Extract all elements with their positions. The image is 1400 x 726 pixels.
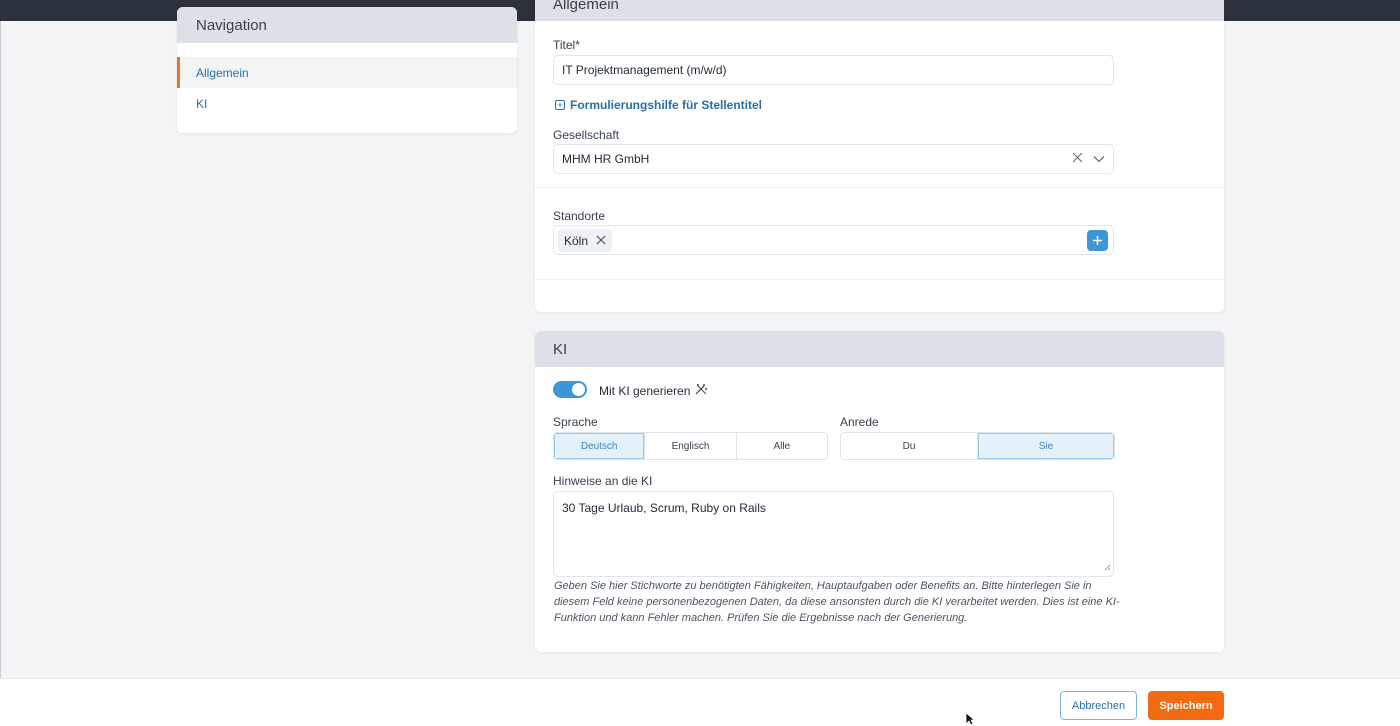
language-label: Sprache <box>553 415 598 429</box>
chevron-down-icon[interactable] <box>1093 152 1105 166</box>
notes-label: Hinweise an die KI <box>553 474 653 488</box>
mouse-cursor-icon <box>965 712 976 726</box>
company-value: MHM HR GmbH <box>562 152 650 166</box>
ki-toggle-label: Mit KI generieren <box>599 383 691 398</box>
company-label: Gesellschaft <box>553 128 620 142</box>
ki-generate-toggle[interactable] <box>553 381 587 398</box>
clear-icon[interactable] <box>1072 152 1083 166</box>
remove-tag-icon[interactable] <box>596 234 606 248</box>
title-helper-link[interactable]: + Formulierungshilfe für Stellentitel <box>555 98 762 112</box>
ki-toggle-label-wrap: Mit KI generieren <box>599 383 708 398</box>
locations-input[interactable]: Köln <box>553 225 1114 255</box>
general-card: Allgemein Titel* IT Projektmanagement (m… <box>535 0 1224 312</box>
job-title-input[interactable]: IT Projektmanagement (m/w/d) <box>553 55 1114 85</box>
location-tag: Köln <box>558 229 613 252</box>
language-option-deutsch[interactable]: Deutsch <box>554 433 646 459</box>
nav-item-ki[interactable]: KI <box>177 88 517 119</box>
ki-card-title: KI <box>535 331 1224 367</box>
salutation-label: Anrede <box>840 415 879 429</box>
toggle-knob <box>572 383 585 396</box>
language-option-alle[interactable]: Alle <box>736 433 827 459</box>
ki-notes-textarea[interactable]: 30 Tage Urlaub, Scrum, Ruby on Rails <box>553 491 1114 577</box>
language-segmented: Deutsch Englisch Alle <box>553 432 828 460</box>
salutation-option-sie[interactable]: Sie <box>978 433 1114 459</box>
ki-card: KI Mit KI generieren Sprache Deutsch Eng… <box>535 331 1224 652</box>
navigation-card: Navigation Allgemein KI <box>177 7 517 133</box>
navigation-title: Navigation <box>177 7 517 43</box>
salutation-option-du[interactable]: Du <box>841 433 978 459</box>
save-button[interactable]: Speichern <box>1148 691 1224 720</box>
general-card-title: Allgemein <box>535 0 1224 21</box>
plus-square-icon: + <box>555 100 565 110</box>
section-divider-bottom <box>535 279 1224 280</box>
locations-label: Standorte <box>553 209 606 223</box>
window-edge <box>0 21 1 681</box>
nav-item-allgemein[interactable]: Allgemein <box>177 57 517 88</box>
add-location-button[interactable] <box>1087 230 1108 251</box>
footer-bar: Abbrechen Speichern <box>0 678 1400 726</box>
ki-hint-text: Geben Sie hier Stichworte zu benötigten … <box>554 580 1120 624</box>
cancel-button[interactable]: Abbrechen <box>1060 691 1137 720</box>
title-helper-label: Formulierungshilfe für Stellentitel <box>570 98 763 112</box>
location-tag-label: Köln <box>564 233 589 248</box>
language-option-englisch[interactable]: Englisch <box>645 433 737 459</box>
company-select[interactable]: MHM HR GmbH <box>553 144 1114 174</box>
section-divider <box>535 187 1224 188</box>
job-title-value: IT Projektmanagement (m/w/d) <box>562 63 727 77</box>
title-label: Titel* <box>553 38 580 52</box>
plus-icon <box>1093 236 1102 245</box>
magic-wand-icon <box>695 383 708 398</box>
ki-notes-value: 30 Tage Urlaub, Scrum, Ruby on Rails <box>562 501 766 515</box>
resize-grip-icon[interactable] <box>1104 560 1111 574</box>
salutation-segmented: Du Sie <box>840 432 1115 460</box>
